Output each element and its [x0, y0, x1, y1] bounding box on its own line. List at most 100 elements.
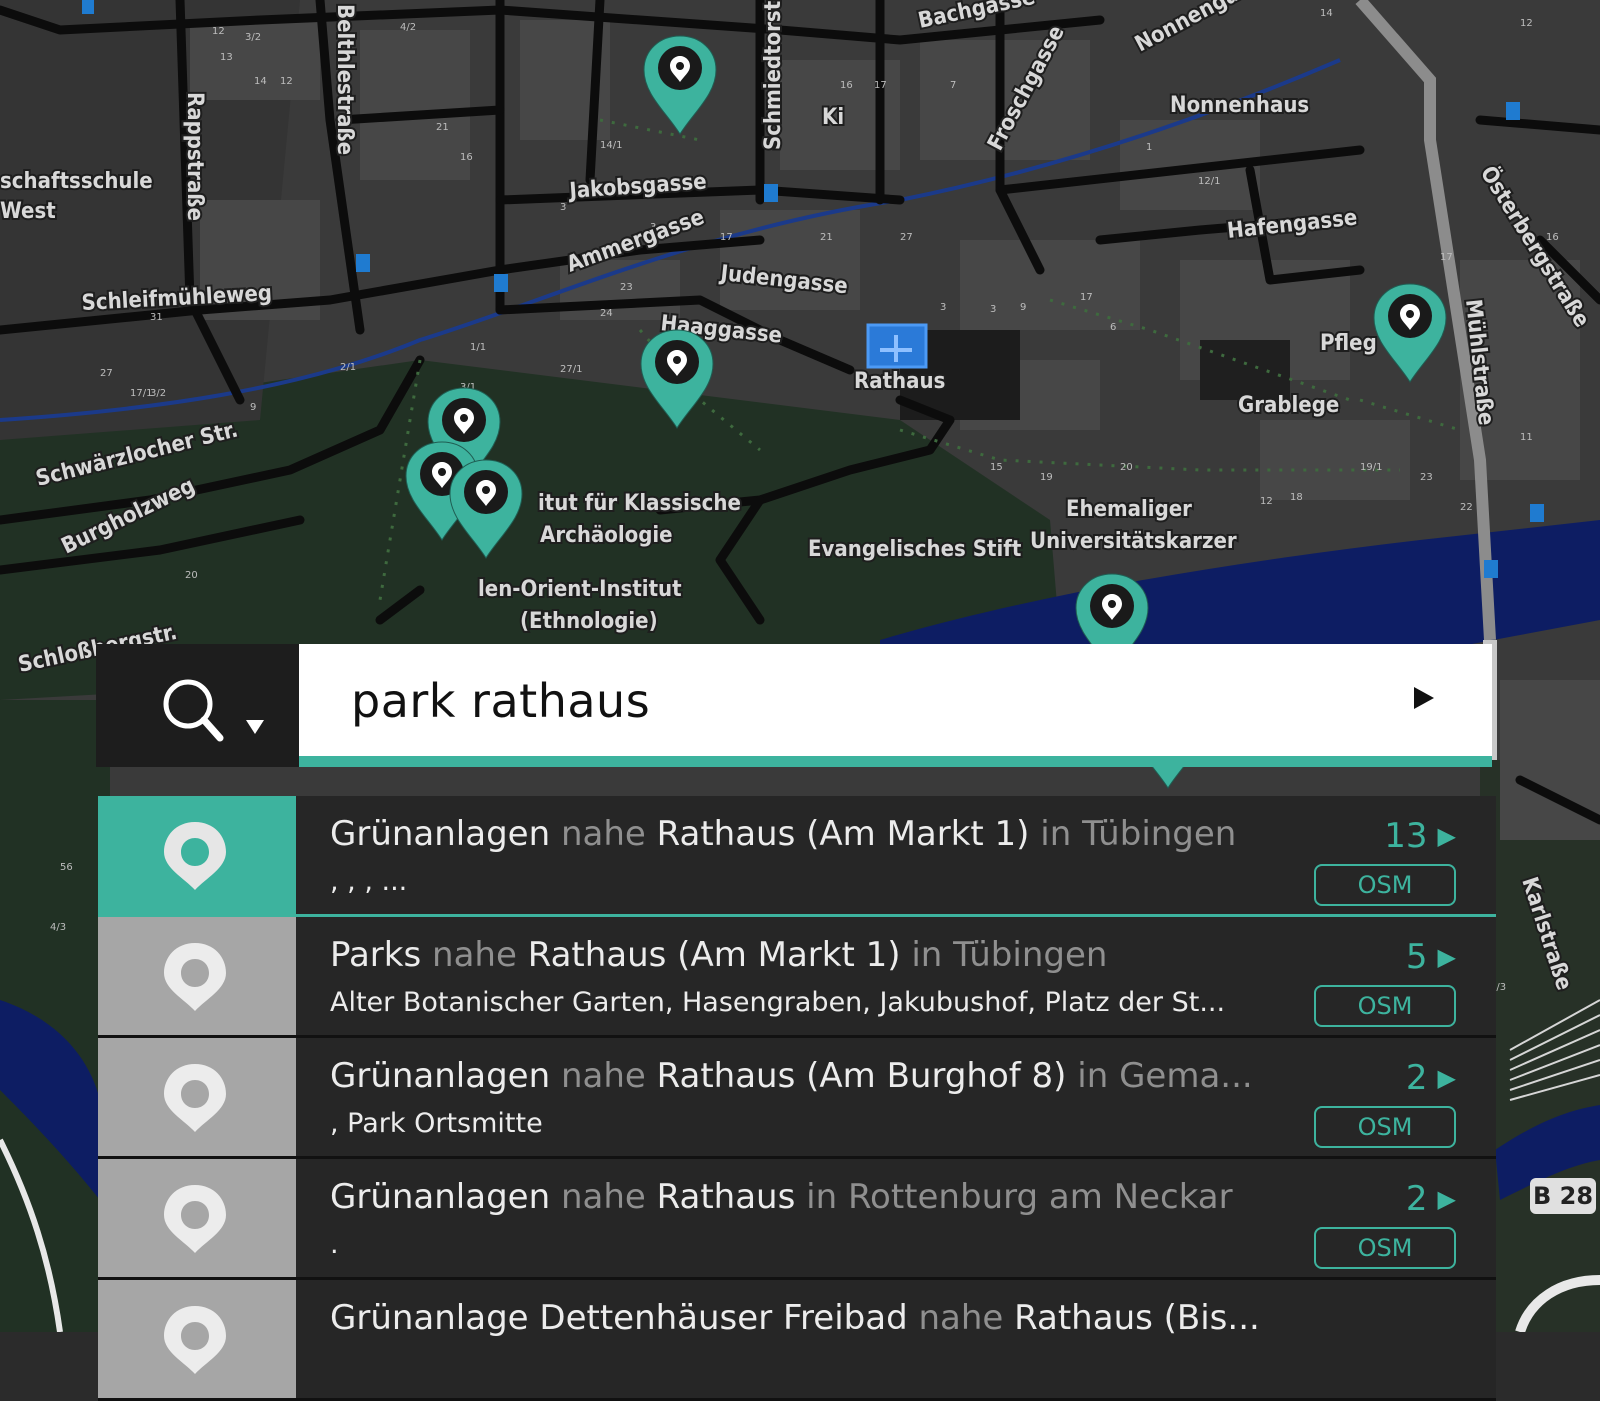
svg-text:15: 15 — [990, 462, 1003, 473]
map-label: Ki — [822, 105, 844, 130]
location-pin-icon — [164, 1185, 226, 1253]
search-icon — [163, 679, 264, 742]
result-row[interactable]: Grünanlagen nahe Rathaus in Rottenburg a… — [98, 1159, 1496, 1280]
search-query: park rathaus — [351, 674, 651, 728]
svg-text:21: 21 — [820, 232, 833, 243]
svg-text:3: 3 — [990, 304, 996, 315]
svg-text:12: 12 — [1260, 496, 1273, 507]
map-label: len-Orient-Institut — [478, 577, 682, 602]
result-count-link[interactable]: 5 ▶ — [1406, 937, 1456, 977]
svg-text:12/1: 12/1 — [1198, 176, 1220, 187]
result-row[interactable]: Grünanlagen nahe Rathaus (Am Markt 1) in… — [98, 796, 1496, 917]
result-count-link[interactable]: 2 ▶ — [1406, 1179, 1456, 1219]
result-row[interactable]: Grünanlagen nahe Rathaus (Am Burghof 8) … — [98, 1038, 1496, 1159]
svg-text:12: 12 — [212, 26, 225, 37]
play-icon: ▶ — [1437, 822, 1456, 850]
submit-search-icon[interactable] — [1410, 684, 1438, 712]
svg-text:6: 6 — [1110, 322, 1116, 333]
svg-text:16: 16 — [1546, 232, 1559, 243]
svg-text:3/2: 3/2 — [150, 388, 166, 399]
svg-text:12: 12 — [280, 76, 293, 87]
svg-text:17: 17 — [1080, 292, 1093, 303]
map-label: Ehemaliger — [1066, 497, 1192, 522]
svg-text:23: 23 — [1420, 472, 1433, 483]
svg-text:21: 21 — [436, 122, 449, 133]
svg-text:17: 17 — [1440, 252, 1453, 263]
result-title: Grünanlagen nahe Rathaus (Am Markt 1) in… — [330, 814, 1237, 854]
svg-text:20: 20 — [1120, 462, 1133, 473]
svg-text:20: 20 — [185, 570, 198, 581]
map-label: West — [0, 199, 56, 224]
svg-text:4/2: 4/2 — [400, 22, 416, 33]
svg-text:2/1: 2/1 — [340, 362, 356, 373]
result-pin-cell — [98, 917, 296, 1035]
svg-text:19/1: 19/1 — [1360, 462, 1382, 473]
play-icon: ▶ — [1437, 943, 1456, 971]
svg-text:14/1: 14/1 — [600, 140, 622, 151]
svg-text:13: 13 — [220, 52, 233, 63]
play-icon: ▶ — [1437, 1064, 1456, 1092]
result-title: Grünanlagen nahe Rathaus (Am Burghof 8) … — [330, 1056, 1253, 1096]
source-badge-osm[interactable]: OSM — [1314, 864, 1456, 906]
result-pin-cell — [98, 796, 296, 914]
search-mode-button[interactable] — [96, 644, 299, 767]
map-label: Universitätskarzer — [1030, 529, 1237, 554]
map-label: Evangelisches Stift — [808, 537, 1022, 562]
svg-text:14: 14 — [1320, 8, 1333, 19]
svg-text:16: 16 — [460, 152, 473, 163]
result-pin-cell — [98, 1038, 296, 1156]
svg-text:31: 31 — [150, 312, 163, 323]
svg-text:14: 14 — [254, 76, 267, 87]
svg-text:11: 11 — [1520, 432, 1533, 443]
source-badge-osm[interactable]: OSM — [1314, 1227, 1456, 1269]
svg-text:B 28: B 28 — [1533, 1182, 1593, 1210]
source-badge-osm[interactable]: OSM — [1314, 985, 1456, 1027]
svg-text:18: 18 — [1290, 492, 1303, 503]
svg-text:9: 9 — [1020, 302, 1026, 313]
map-label: Belthlestraße — [332, 4, 357, 155]
map-label: Rappstraße — [182, 92, 207, 221]
map-label: schaftsschule — [0, 169, 153, 194]
map-label: Nonnenhaus — [1170, 93, 1309, 118]
location-pin-icon — [164, 1306, 226, 1374]
svg-text:27/1: 27/1 — [560, 364, 582, 375]
location-pin-icon — [164, 943, 226, 1011]
svg-text:1/1: 1/1 — [470, 342, 486, 353]
map-label: Schmiedtorstr. — [761, 0, 786, 150]
svg-text:1: 1 — [1146, 142, 1152, 153]
map-label: Archäologie — [540, 523, 673, 548]
road-shield: B 28 — [1530, 1178, 1596, 1214]
result-row[interactable]: Parks nahe Rathaus (Am Markt 1) in Tübin… — [98, 917, 1496, 1038]
map-label: Rathaus — [854, 369, 945, 394]
location-pin-icon — [164, 822, 226, 890]
result-subtitle: Alter Botanischer Garten, Hasengraben, J… — [330, 987, 1226, 1018]
search-input[interactable]: park rathaus — [299, 644, 1492, 767]
result-pin-cell — [98, 1280, 296, 1398]
svg-text:19: 19 — [1040, 472, 1053, 483]
svg-text:16: 16 — [840, 80, 853, 91]
result-row[interactable]: Grünanlage Dettenhäuser Freibad nahe Rat… — [98, 1280, 1496, 1401]
svg-text:7: 7 — [950, 80, 956, 91]
svg-text:23: 23 — [620, 282, 633, 293]
map-label: (Ethnologie) — [520, 609, 658, 634]
map-label: Pfleg — [1320, 331, 1377, 356]
svg-text:56: 56 — [60, 862, 73, 873]
result-title: Grünanlage Dettenhäuser Freibad nahe Rat… — [330, 1298, 1260, 1338]
source-badge-osm[interactable]: OSM — [1314, 1106, 1456, 1148]
svg-text:3: 3 — [560, 202, 566, 213]
search-results-list: Grünanlagen nahe Rathaus (Am Markt 1) in… — [98, 796, 1498, 1401]
svg-text:24: 24 — [600, 308, 613, 319]
svg-text:12: 12 — [1520, 18, 1533, 29]
svg-text:17: 17 — [720, 232, 733, 243]
svg-text:27: 27 — [100, 368, 113, 379]
result-count-link[interactable]: 2 ▶ — [1406, 1058, 1456, 1098]
svg-text:9: 9 — [250, 402, 256, 413]
result-pin-cell — [98, 1159, 296, 1277]
result-count-link[interactable]: 13 ▶ — [1384, 816, 1456, 856]
chevron-down-icon — [246, 720, 264, 734]
result-subtitle: , Park Ortsmitte — [330, 1108, 543, 1139]
result-title: Parks nahe Rathaus (Am Markt 1) in Tübin… — [330, 935, 1108, 975]
svg-text:3: 3 — [940, 302, 946, 313]
svg-text:22: 22 — [1460, 502, 1473, 513]
svg-text:17: 17 — [874, 80, 887, 91]
